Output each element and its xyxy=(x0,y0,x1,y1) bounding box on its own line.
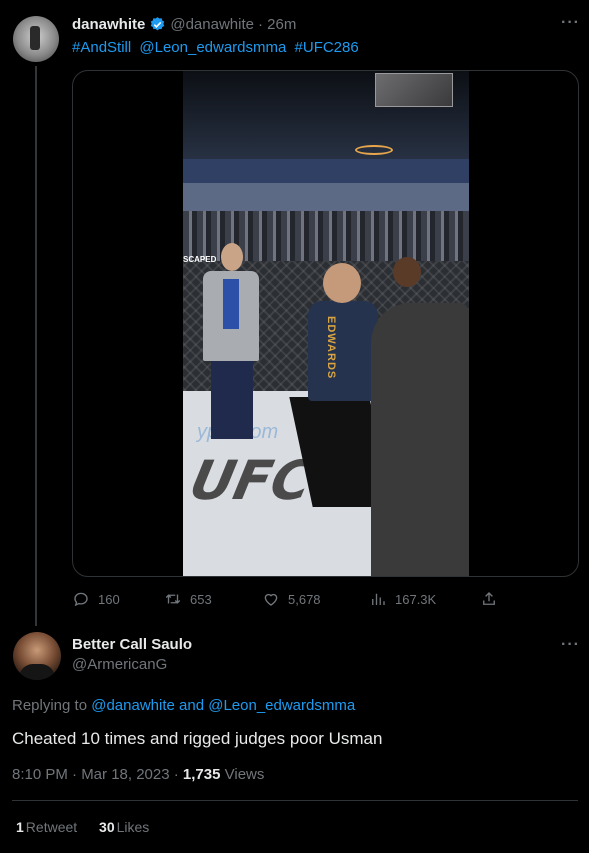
reply-more-options-icon[interactable]: ··· xyxy=(561,636,580,654)
view-count: 167.3K xyxy=(395,591,437,607)
mention-leon[interactable]: @Leon_edwardsmma xyxy=(139,39,286,56)
video-frame[interactable]: SCAPED ypto.com UFC EDWARDS xyxy=(183,71,469,576)
reply-views-count: 1,735 xyxy=(182,766,221,783)
reply-count: 160 xyxy=(98,591,120,607)
retweet-count: 653 xyxy=(190,591,212,607)
replying-and: and xyxy=(179,697,205,714)
likes-stat[interactable]: 30 Likes xyxy=(99,819,149,835)
like-count: 5,678 xyxy=(288,591,321,607)
more-options-icon[interactable]: ··· xyxy=(561,14,580,32)
reply-text: Cheated 10 times and rigged judges poor … xyxy=(12,729,383,748)
tweet-actions: 160 653 5,678 167.3K xyxy=(72,590,512,610)
like-button[interactable]: 5,678 xyxy=(262,590,321,608)
reply-meta: 8:10 PM · Mar 18, 2023 · 1,735 Views xyxy=(12,766,264,783)
reply-stats: 1 Retweet 30 Likes xyxy=(16,819,149,835)
reply-author-name[interactable]: Better Call Saulo xyxy=(72,636,192,653)
retweet-button[interactable]: 653 xyxy=(164,590,212,608)
tweet-text: #AndStill @Leon_edwardsmma #UFC286 xyxy=(72,39,363,56)
jersey-text: EDWARDS xyxy=(325,316,337,380)
hashtag-andstill[interactable]: #AndStill xyxy=(72,39,131,56)
replying-user-danawhite[interactable]: @danawhite xyxy=(91,697,175,714)
replying-user-leon[interactable]: @Leon_edwardsmma xyxy=(208,697,355,714)
verified-badge-icon xyxy=(151,17,165,31)
likes-stat-label: Likes xyxy=(116,819,150,835)
share-button[interactable] xyxy=(480,590,498,608)
fighter xyxy=(308,301,378,401)
tweet-header: danawhite @danawhite · 26m xyxy=(72,16,296,33)
retweets-stat-label: Retweet xyxy=(25,819,78,835)
saulo-avatar[interactable] xyxy=(13,632,61,680)
replying-prefix: Replying to xyxy=(12,697,88,714)
analytics-icon xyxy=(372,593,385,605)
hashtag-ufc286[interactable]: #UFC286 xyxy=(295,39,359,56)
share-icon xyxy=(483,592,495,605)
heart-icon xyxy=(264,593,278,606)
arena-screen xyxy=(375,73,453,107)
reply-author-handle[interactable]: @ArmericanG xyxy=(72,656,167,673)
thread-line xyxy=(35,66,37,626)
reply-button[interactable]: 160 xyxy=(72,590,120,608)
retweets-stat[interactable]: 1 Retweet xyxy=(16,819,81,835)
views-button[interactable]: 167.3K xyxy=(369,590,436,608)
replying-to: Replying to @danawhite and @Leon_edwards… xyxy=(12,697,355,714)
tweet-time[interactable]: · 26m xyxy=(258,16,296,33)
retweets-stat-count: 1 xyxy=(16,819,24,835)
author-name[interactable]: danawhite xyxy=(72,16,145,33)
likes-stat-count: 30 xyxy=(99,819,115,835)
reply-timestamp[interactable]: 8:10 PM · Mar 18, 2023 · xyxy=(12,766,179,783)
retweet-icon xyxy=(165,594,181,604)
floor-logo: UFC xyxy=(184,449,319,512)
reply-icon xyxy=(74,592,88,607)
divider xyxy=(12,800,578,801)
cornerman xyxy=(371,303,469,576)
reply-views-label: Views xyxy=(224,766,265,783)
banner-text: SCAPED xyxy=(183,255,217,264)
video-player[interactable]: SCAPED ypto.com UFC EDWARDS xyxy=(72,70,579,577)
danawhite-avatar[interactable] xyxy=(13,16,59,62)
author-handle[interactable]: @danawhite xyxy=(170,16,254,33)
